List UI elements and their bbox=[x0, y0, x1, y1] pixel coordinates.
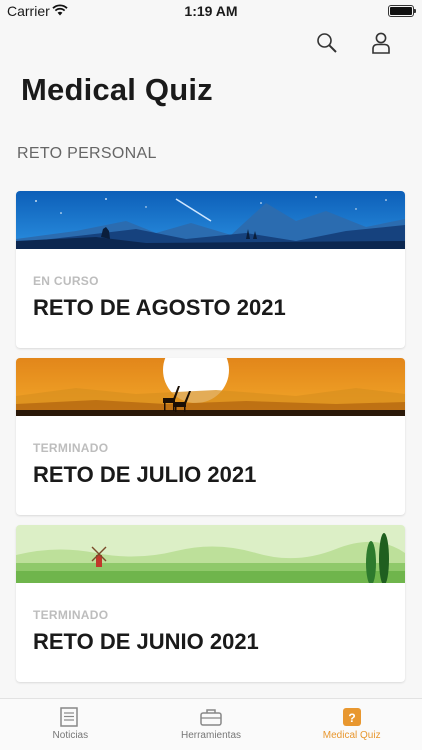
tab-label: Noticias bbox=[52, 730, 89, 741]
tab-noticias[interactable]: Noticias bbox=[0, 699, 141, 750]
quiz-icon: ? bbox=[342, 708, 361, 726]
challenge-status: EN CURSO bbox=[33, 274, 99, 288]
challenge-name: RETO DE JUNIO 2021 bbox=[33, 629, 259, 654]
search-button[interactable] bbox=[314, 30, 340, 56]
tab-herramientas[interactable]: Herramientas bbox=[141, 699, 282, 750]
status-time: 1:19 AM bbox=[184, 3, 238, 19]
challenge-card-august[interactable]: EN CURSO RETO DE AGOSTO 2021 bbox=[16, 191, 405, 348]
tab-label: Medical Quiz bbox=[322, 730, 381, 741]
challenge-name: RETO DE JULIO 2021 bbox=[33, 462, 257, 487]
challenge-card-june[interactable]: TERMINADO RETO DE JUNIO 2021 bbox=[16, 525, 405, 682]
challenge-name: RETO DE AGOSTO 2021 bbox=[33, 295, 286, 320]
header-actions bbox=[314, 30, 394, 56]
windmill-meadow-banner bbox=[16, 525, 405, 583]
challenge-status: TERMINADO bbox=[33, 608, 109, 622]
toolbox-icon bbox=[200, 709, 222, 726]
challenge-card-july[interactable]: TERMINADO RETO DE JULIO 2021 bbox=[16, 358, 405, 515]
status-bar: Carrier 1:19 AM bbox=[0, 0, 422, 22]
challenge-status: TERMINADO bbox=[33, 441, 109, 455]
user-icon bbox=[372, 32, 390, 54]
battery-icon bbox=[388, 5, 416, 17]
svg-text:?: ? bbox=[348, 711, 355, 725]
newspaper-icon bbox=[60, 707, 79, 727]
tab-bar: Noticias Herramientas ? Medical Quiz bbox=[0, 698, 422, 750]
profile-button[interactable] bbox=[368, 30, 394, 56]
challenge-list: EN CURSO RETO DE AGOSTO 2021 TERMINADO R… bbox=[16, 191, 405, 692]
tab-medical-quiz[interactable]: ? Medical Quiz bbox=[281, 699, 422, 750]
tab-label: Herramientas bbox=[180, 730, 242, 741]
section-label: RETO PERSONAL bbox=[17, 145, 157, 162]
night-mountains-banner bbox=[16, 191, 405, 249]
page-title: Medical Quiz bbox=[21, 72, 213, 107]
search-icon bbox=[317, 33, 337, 53]
savanna-sunset-banner bbox=[16, 358, 405, 416]
